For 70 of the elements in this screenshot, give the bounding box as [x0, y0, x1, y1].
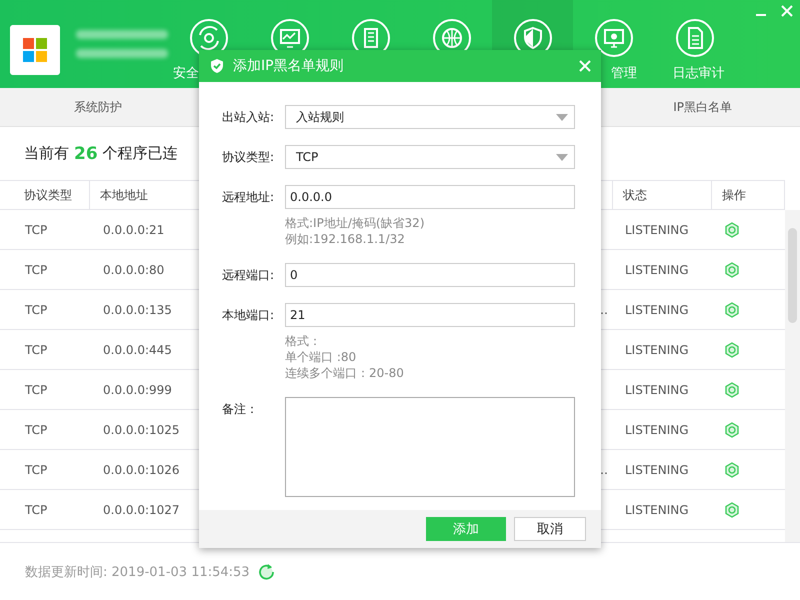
table-cell: 0.0.0.0:1026: [103, 462, 180, 476]
hint-text: 格式:IP地址/掩码(缺省32): [285, 215, 426, 231]
refresh-icon[interactable]: [258, 562, 276, 580]
table-cell: 0.0.0.0:80: [103, 262, 164, 276]
hexagon-nut-icon[interactable]: [724, 422, 740, 438]
hexagon-nut-icon[interactable]: [724, 502, 740, 518]
hint-text: 连续多个端口：20-80: [285, 365, 405, 381]
hexagon-nut-icon[interactable]: [724, 462, 740, 478]
summary-text: 个程序已连: [102, 144, 178, 163]
field-label: 出站入站:: [222, 109, 276, 126]
note-field[interactable]: [285, 397, 575, 497]
table-cell: 0.0.0.0:1025: [103, 422, 180, 436]
sub-tab[interactable]: IP黑白名单: [665, 94, 740, 120]
hexagon-nut-icon[interactable]: [724, 222, 740, 238]
table-cell: TCP: [25, 302, 48, 316]
table-cell: LISTENING: [625, 342, 689, 356]
hexagon-nut-icon[interactable]: [724, 302, 740, 318]
hint-text: 格式：: [285, 333, 322, 349]
table-cell: TCP: [25, 502, 48, 516]
cancel-button[interactable]: 取消: [514, 517, 586, 541]
input-field[interactable]: 0: [285, 263, 575, 287]
hexagon-nut-icon[interactable]: [724, 262, 740, 278]
hexagon-nut-icon[interactable]: [724, 382, 740, 398]
close-icon[interactable]: [780, 4, 794, 18]
hint-text: 例如:192.168.1.1/32: [285, 231, 406, 247]
table-cell: TCP: [25, 422, 48, 436]
table-cell: TCP: [25, 222, 48, 236]
input-field[interactable]: 21: [285, 303, 575, 327]
field-label: 远程端口:: [222, 267, 276, 284]
table-cell: LISTENING: [625, 382, 689, 396]
sub-tab[interactable]: 系统防护: [66, 94, 130, 120]
shield-icon: [209, 58, 225, 74]
table-cell: TCP: [25, 262, 48, 276]
update-time: 数据更新时间: 2019-01-03 11:54:53: [25, 564, 250, 580]
scrollbar[interactable]: [785, 210, 800, 542]
table-cell: LISTENING: [625, 262, 689, 276]
table-cell: LISTENING: [625, 502, 689, 516]
table-cell: 0.0.0.0:1027: [103, 502, 180, 516]
hexagon-nut-icon[interactable]: [724, 342, 740, 358]
table-cell: LISTENING: [625, 462, 689, 476]
column-header: 协议类型: [0, 180, 90, 210]
table-cell: TCP: [25, 382, 48, 396]
program-count: 26: [74, 144, 98, 164]
document-icon[interactable]: [674, 18, 714, 58]
column-header: 状态: [612, 180, 712, 210]
table-cell: LISTENING: [625, 302, 689, 316]
column-header: 操作: [712, 180, 785, 210]
field-label: 本地端口:: [222, 307, 276, 324]
caret-icon: [556, 114, 568, 120]
summary-text: 当前有: [24, 144, 69, 163]
monitor-gear-icon[interactable]: [594, 18, 634, 58]
dropdown[interactable]: 入站规则: [285, 105, 575, 129]
dialog-title: 添加IP黑名单规则: [233, 57, 345, 75]
table-cell: TCP: [25, 342, 48, 356]
close-button[interactable]: [579, 60, 591, 72]
caret-icon: [556, 154, 568, 160]
logo-icon: [10, 25, 60, 75]
table-cell: TCP: [25, 462, 48, 476]
table-cell: 0.0.0.0:999: [103, 382, 172, 396]
table-cell: 0.0.0.0:21: [103, 222, 164, 236]
hint-text: 单个端口 :80: [285, 349, 358, 365]
field-label: 远程地址:: [222, 189, 276, 206]
table-cell: LISTENING: [625, 222, 689, 236]
table-cell: 0.0.0.0:135: [103, 302, 172, 316]
table-cell: LISTENING: [625, 422, 689, 436]
table-cell: 0.0.0.0:445: [103, 342, 172, 356]
field-label: 备注：: [222, 401, 259, 418]
input-field[interactable]: 0.0.0.0: [285, 185, 575, 209]
dropdown[interactable]: TCP: [285, 145, 575, 169]
field-label: 协议类型:: [222, 149, 276, 166]
